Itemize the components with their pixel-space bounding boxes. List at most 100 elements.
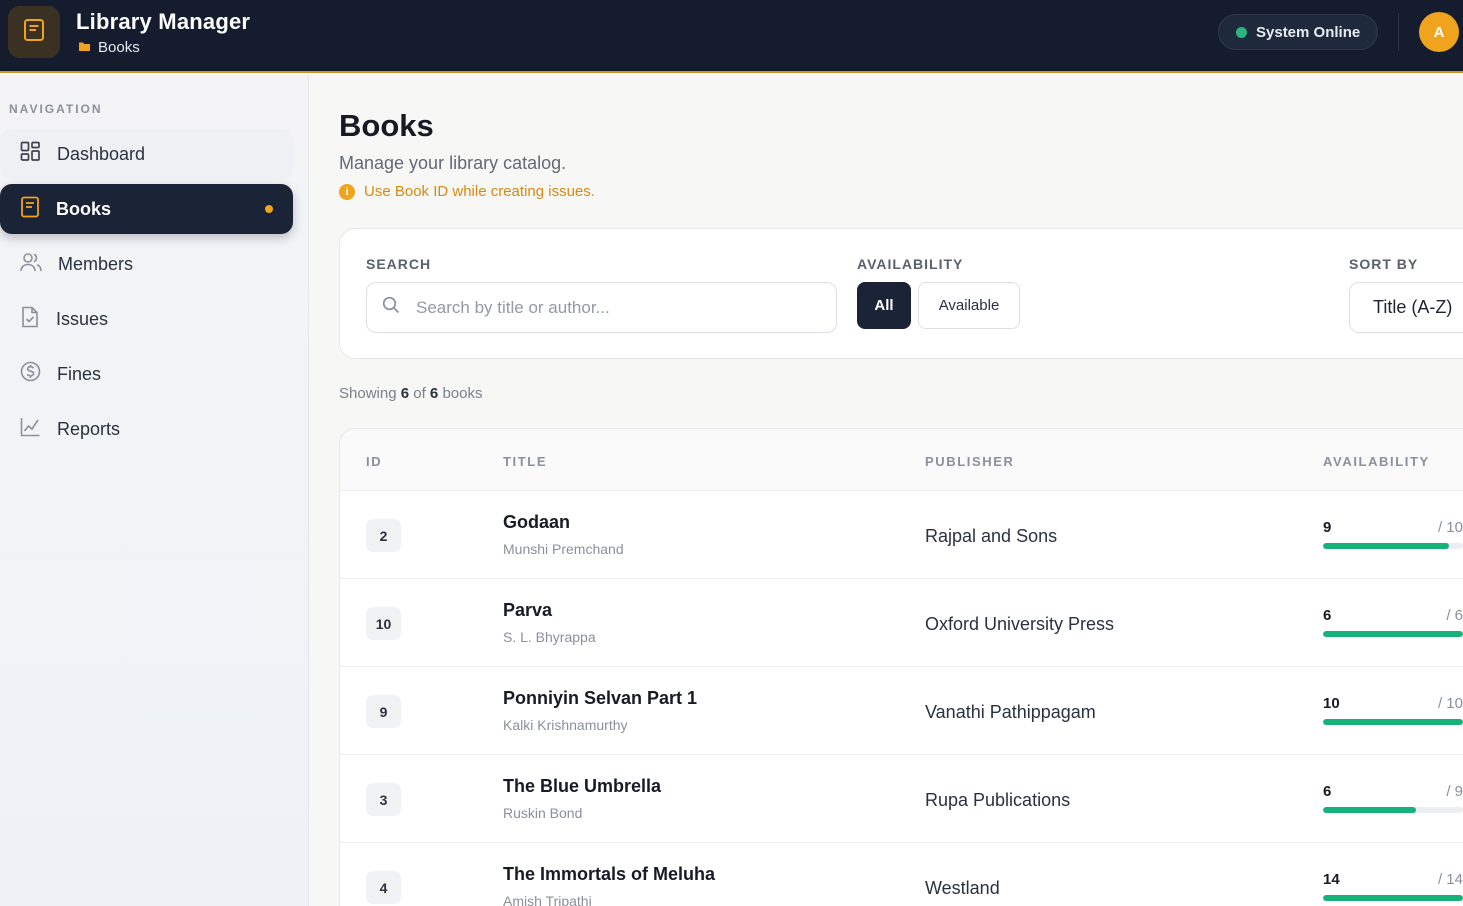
availability-bar-fill xyxy=(1323,719,1463,725)
results-prefix: Showing xyxy=(339,385,397,402)
availability-bar-track xyxy=(1323,543,1463,549)
available-count: 14 xyxy=(1323,871,1340,888)
available-count: 6 xyxy=(1323,607,1332,624)
results-suffix: books xyxy=(442,385,483,402)
breadcrumb: Books xyxy=(78,39,140,56)
sidebar-item-label: Issues xyxy=(56,308,109,329)
availability-bar-track xyxy=(1323,719,1463,725)
book-author: Kalki Krishnamurthy xyxy=(503,717,628,733)
sidebar-item-issues[interactable]: Issues xyxy=(0,294,293,344)
hint-text: Use Book ID while creating issues. xyxy=(364,183,595,200)
page-title: Books xyxy=(339,108,434,143)
available-count: 10 xyxy=(1323,695,1340,712)
system-status-badge: System Online xyxy=(1218,14,1378,50)
sidebar-item-dashboard[interactable]: Dashboard xyxy=(0,129,293,179)
sort-label: SORT BY xyxy=(1349,256,1419,272)
book-author: Amish Tripathi xyxy=(503,893,592,906)
app-title: Library Manager xyxy=(76,9,251,34)
search-icon xyxy=(382,296,400,319)
column-header-publisher[interactable]: PUBLISHER xyxy=(925,454,1015,469)
book-author: Munshi Premchand xyxy=(503,541,624,557)
book-id-badge: 10 xyxy=(366,607,401,640)
results-count: Showing 6 of 6 books xyxy=(339,385,482,402)
filter-available-button[interactable]: Available xyxy=(918,282,1020,329)
active-indicator-dot xyxy=(265,205,273,213)
filter-panel: SEARCH AVAILABILITY All Available SORT B… xyxy=(339,228,1463,359)
table-row[interactable]: 9 Ponniyin Selvan Part 1 Kalki Krishnamu… xyxy=(340,667,1463,755)
results-total: 6 xyxy=(429,385,439,402)
table-row[interactable]: 4 The Immortals of Meluha Amish Tripathi… xyxy=(340,843,1463,906)
breadcrumb-current[interactable]: Books xyxy=(98,39,140,56)
availability-bar-track xyxy=(1323,807,1463,813)
availability-bar-fill xyxy=(1323,543,1449,549)
sidebar-item-label: Books xyxy=(56,198,112,219)
availability-bar-track xyxy=(1323,631,1463,637)
app-logo[interactable] xyxy=(8,6,60,58)
status-text: System Online xyxy=(1256,23,1361,41)
book-publisher: Rajpal and Sons xyxy=(925,526,1058,546)
book-id-badge: 9 xyxy=(366,695,401,728)
sidebar-item-books[interactable]: Books xyxy=(0,184,293,234)
column-header-availability[interactable]: AVAILABILITY xyxy=(1323,454,1430,469)
book-title[interactable]: The Immortals of Meluha xyxy=(503,864,715,885)
results-middle: of xyxy=(413,385,426,402)
table-header: ID TITLE PUBLISHER AVAILABILITY xyxy=(340,429,1463,491)
total-count: / 10 xyxy=(1437,519,1463,536)
book-id-badge: 3 xyxy=(366,783,401,816)
total-count: / 14 xyxy=(1437,871,1463,888)
table-row[interactable]: 2 Godaan Munshi Premchand Rajpal and Son… xyxy=(340,491,1463,579)
availability-bar-fill xyxy=(1323,807,1417,813)
sort-select[interactable]: Title (A-Z) xyxy=(1349,282,1463,333)
availability-label: AVAILABILITY xyxy=(857,256,964,272)
table-row[interactable]: 3 The Blue Umbrella Ruskin Bond Rupa Pub… xyxy=(340,755,1463,843)
column-header-id[interactable]: ID xyxy=(366,454,382,469)
sidebar-item-members[interactable]: Members xyxy=(0,239,293,289)
book-id-badge: 2 xyxy=(366,519,401,552)
sidebar-item-label: Fines xyxy=(57,363,102,384)
book-title[interactable]: Parva xyxy=(503,600,552,621)
info-icon: i xyxy=(339,183,355,200)
chart-line-icon xyxy=(20,417,41,442)
search-field[interactable] xyxy=(366,282,837,333)
book-icon xyxy=(23,18,45,47)
results-shown: 6 xyxy=(400,385,410,402)
sidebar-item-reports[interactable]: Reports xyxy=(0,404,293,454)
availability-bar-fill xyxy=(1323,895,1463,901)
search-label: SEARCH xyxy=(366,256,432,272)
page-subtitle: Manage your library catalog. xyxy=(339,153,567,173)
sidebar-item-label: Members xyxy=(58,253,134,274)
grid-icon xyxy=(20,141,41,167)
column-header-title[interactable]: TITLE xyxy=(503,454,547,469)
book-id-badge: 4 xyxy=(366,871,401,904)
total-count: / 6 xyxy=(1446,607,1463,624)
available-count: 9 xyxy=(1323,519,1332,536)
books-table: ID TITLE PUBLISHER AVAILABILITY 2 Godaan… xyxy=(339,428,1463,906)
users-icon xyxy=(20,252,42,277)
availability-bar-track xyxy=(1323,895,1463,901)
book-title[interactable]: The Blue Umbrella xyxy=(503,776,661,797)
sidebar-item-label: Dashboard xyxy=(57,143,146,164)
availability-bar-fill xyxy=(1323,631,1463,637)
search-input[interactable] xyxy=(416,297,816,318)
table-row[interactable]: 10 Parva S. L. Bhyrappa Oxford Universit… xyxy=(340,579,1463,667)
book-publisher: Oxford University Press xyxy=(925,614,1115,634)
book-author: S. L. Bhyrappa xyxy=(503,629,596,645)
folder-icon xyxy=(78,39,91,56)
status-dot-icon xyxy=(1236,26,1247,38)
header-divider xyxy=(1398,13,1399,51)
sidebar-item-fines[interactable]: Fines xyxy=(0,349,293,399)
book-author: Ruskin Bond xyxy=(503,805,583,821)
sidebar: NAVIGATION Dashboard Books Members Issue… xyxy=(0,75,309,906)
book-title[interactable]: Godaan xyxy=(503,512,570,533)
top-header: Library Manager Books System Online A xyxy=(0,0,1463,73)
filter-all-button[interactable]: All xyxy=(857,282,911,329)
book-icon xyxy=(20,196,40,223)
available-count: 6 xyxy=(1323,783,1332,800)
book-title[interactable]: Ponniyin Selvan Part 1 xyxy=(503,688,697,709)
book-publisher: Rupa Publications xyxy=(925,790,1071,810)
nav-heading: NAVIGATION xyxy=(9,102,103,116)
total-count: / 10 xyxy=(1437,695,1463,712)
sidebar-item-label: Reports xyxy=(57,418,121,439)
user-avatar[interactable]: A xyxy=(1419,12,1459,52)
info-hint: i Use Book ID while creating issues. xyxy=(339,183,595,200)
